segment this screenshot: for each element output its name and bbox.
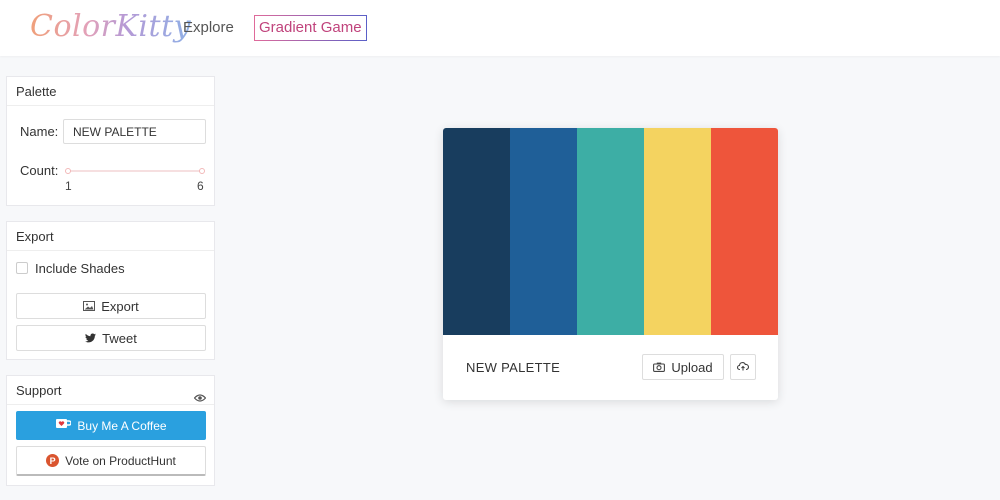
upload-button-label: Upload xyxy=(671,359,713,375)
count-max-value: 6 xyxy=(197,179,204,193)
top-bar: ColorKitty Explore Gradient Game xyxy=(0,0,1000,56)
palette-panel-title: Palette xyxy=(7,77,214,106)
camera-icon xyxy=(653,360,666,375)
producthunt-icon: P xyxy=(46,454,60,467)
cloud-upload-button[interactable] xyxy=(730,354,756,380)
count-label: Count: xyxy=(20,163,59,178)
nav-explore-link[interactable]: Explore xyxy=(183,19,234,36)
tweet-button-label: Tweet xyxy=(102,330,137,346)
palette-swatches xyxy=(443,128,778,335)
color-swatch-3[interactable] xyxy=(577,128,644,335)
export-panel: Export Include Shades Export Tweet xyxy=(6,221,215,360)
color-swatch-2[interactable] xyxy=(510,128,577,335)
image-icon xyxy=(83,299,96,314)
cloud-upload-icon xyxy=(736,358,750,376)
count-slider[interactable] xyxy=(65,168,205,174)
tweet-button[interactable]: Tweet xyxy=(16,325,206,351)
producthunt-label: Vote on ProductHunt xyxy=(65,453,176,468)
count-slider-handle[interactable] xyxy=(65,168,71,174)
coffee-cup-icon xyxy=(55,418,73,433)
producthunt-button[interactable]: P Vote on ProductHunt xyxy=(16,446,206,476)
color-swatch-5[interactable] xyxy=(711,128,778,335)
buy-me-a-coffee-button[interactable]: Buy Me A Coffee xyxy=(16,411,206,440)
name-label: Name: xyxy=(20,124,59,139)
color-swatch-1[interactable] xyxy=(443,128,510,335)
support-panel-header: Support xyxy=(7,376,214,405)
eye-icon[interactable] xyxy=(193,384,207,413)
export-panel-title: Export xyxy=(7,222,214,251)
buy-me-a-coffee-label: Buy Me A Coffee xyxy=(77,418,167,433)
palette-name-input[interactable] xyxy=(63,119,206,144)
app-logo[interactable]: ColorKitty xyxy=(30,9,191,44)
count-min-value: 1 xyxy=(65,179,72,193)
upload-button[interactable]: Upload xyxy=(642,354,724,380)
include-shades-label: Include Shades xyxy=(35,261,125,276)
color-swatch-4[interactable] xyxy=(644,128,711,335)
twitter-icon xyxy=(85,331,97,346)
export-button-label: Export xyxy=(101,298,139,314)
palette-card: NEW PALETTE Upload xyxy=(443,128,778,400)
support-panel-title: Support xyxy=(16,383,62,398)
nav-gradient-game-link[interactable]: Gradient Game xyxy=(254,15,367,41)
palette-panel: Palette Name: Count: 1 6 xyxy=(6,76,215,206)
include-shades-checkbox[interactable] xyxy=(16,262,28,274)
support-panel: Support Buy Me A Coffee P Vote on Produc… xyxy=(6,375,215,486)
count-slider-end xyxy=(199,168,205,174)
palette-card-name: NEW PALETTE xyxy=(466,360,561,375)
export-button[interactable]: Export xyxy=(16,293,206,319)
